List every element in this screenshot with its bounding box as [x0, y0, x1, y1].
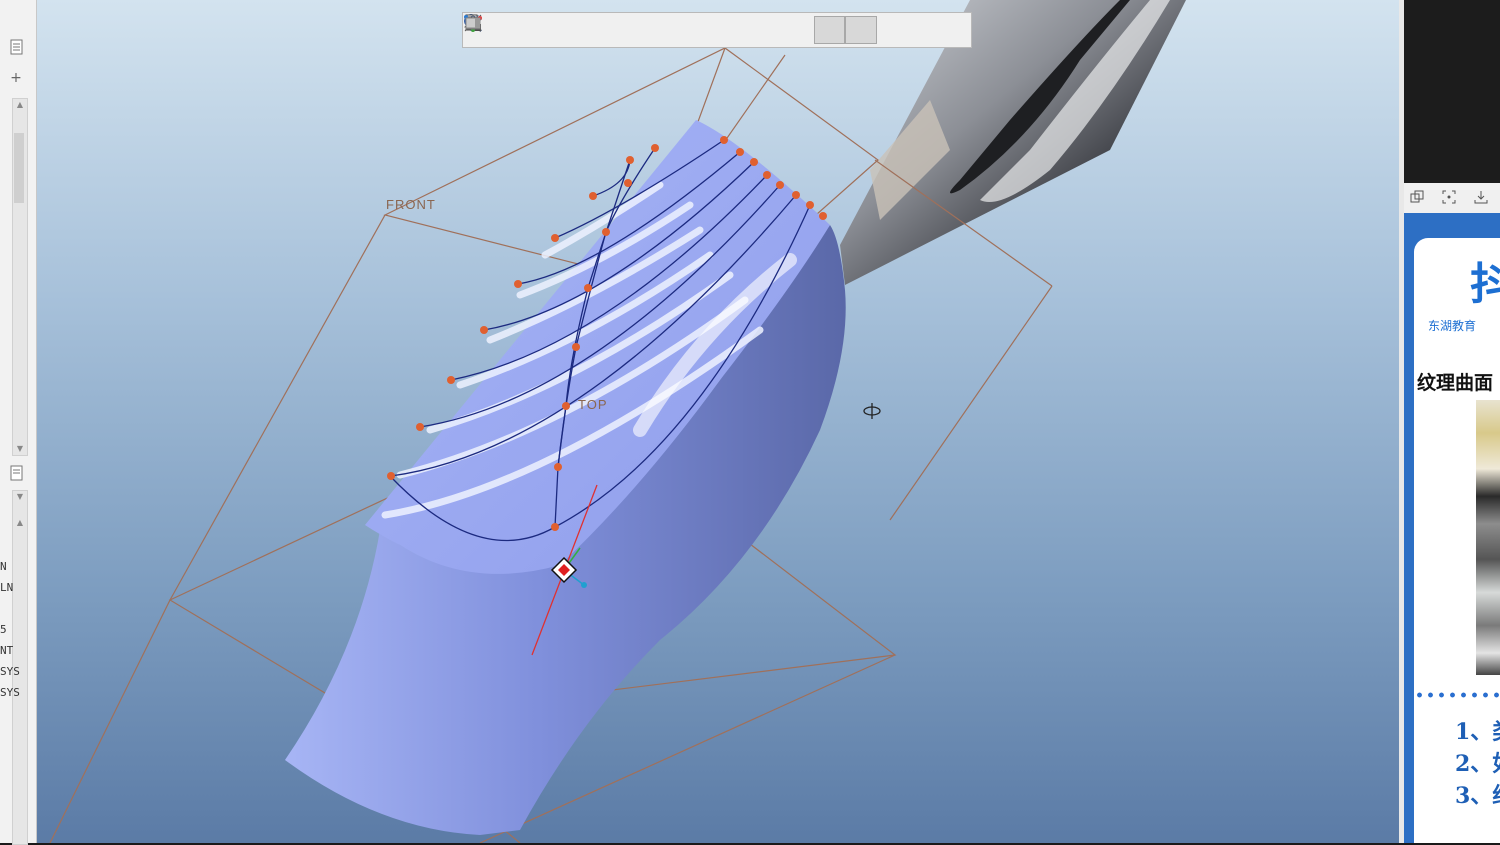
solid-model[interactable] — [285, 120, 846, 835]
content-heading: 纹理曲面 — [1417, 372, 1494, 394]
dotted-divider — [1414, 692, 1500, 698]
scroll-down-icon[interactable]: ▼ — [13, 443, 27, 455]
saved-orientations-icon[interactable] — [464, 15, 688, 44]
spin-cursor-icon — [863, 403, 881, 419]
datum-points-icon[interactable]: xx — [465, 15, 814, 44]
model-canvas[interactable]: FRONT TOP — [37, 0, 1399, 843]
view-toolbar: xx — [462, 12, 972, 48]
download-icon[interactable] — [1474, 189, 1488, 208]
zoom-out-icon[interactable] — [464, 14, 562, 44]
list-item: 3、约 — [1455, 783, 1500, 809]
view-manager-icon[interactable] — [465, 14, 720, 44]
tree-item-label: SYS — [0, 665, 20, 678]
spin-center-icon[interactable] — [466, 16, 625, 44]
tree-settings-icon[interactable] — [6, 36, 28, 58]
side-panel-toolbar — [1404, 183, 1500, 213]
front-plane-label: FRONT — [386, 197, 436, 212]
style-edit-icon[interactable] — [464, 15, 877, 44]
window-icon[interactable] — [1410, 189, 1424, 208]
graphics-viewport[interactable]: FRONT TOP — [37, 0, 1399, 843]
annotation-icon[interactable] — [465, 16, 972, 44]
model-tree-panel: + ▲ ▼ ▼ ▲ N LN 5 NT SYS SYS — [0, 0, 37, 845]
layer-tree-icon[interactable] — [6, 462, 28, 484]
layers-icon[interactable] — [465, 16, 845, 44]
tree-item-label: N — [0, 560, 7, 573]
tree-item-label: SYS — [0, 686, 20, 699]
list-item: 1、类 — [1455, 719, 1500, 745]
repaint-icon[interactable] — [465, 15, 594, 44]
tree-scrollbar[interactable]: ▲ ▼ — [12, 98, 28, 456]
scroll-up-icon[interactable]: ▲ — [13, 99, 27, 111]
pause-icon[interactable] — [468, 16, 940, 44]
datum-display-icon[interactable] — [465, 15, 751, 44]
shading-icon[interactable] — [465, 14, 909, 44]
tree-item-label: LN — [0, 581, 14, 594]
datum-planes-icon[interactable] — [464, 14, 783, 44]
scroll-down-icon[interactable]: ▼ — [13, 491, 27, 503]
video-area — [1404, 0, 1500, 183]
list-item: 2、如 — [1455, 751, 1500, 777]
scroll-thumb[interactable] — [14, 133, 24, 203]
top-plane-label: TOP — [578, 397, 608, 412]
tree-item-label: NT — [0, 644, 14, 657]
fullscreen-icon[interactable] — [1442, 189, 1456, 208]
app-logo: 抖 — [1470, 259, 1500, 310]
tree-item-label: 5 — [0, 623, 7, 636]
display-style-icon[interactable] — [466, 15, 657, 44]
content-image — [1476, 400, 1500, 675]
brand-label: 东湖教育 — [1428, 319, 1477, 333]
scroll-up-icon[interactable]: ▲ — [13, 517, 27, 529]
add-icon[interactable]: + — [5, 67, 27, 89]
zoom-in-icon[interactable] — [464, 14, 531, 44]
